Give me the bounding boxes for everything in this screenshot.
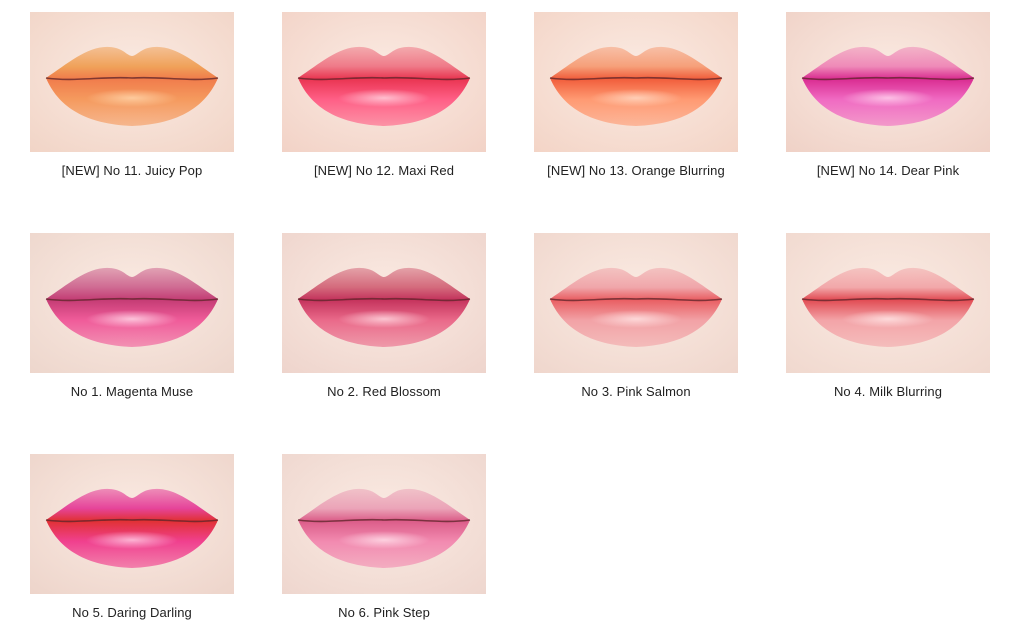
lip-swatch-photo[interactable]: [534, 12, 738, 152]
swatch-label: [NEW] No 14. Dear Pink: [816, 163, 960, 178]
lip-gloss-highlight: [842, 89, 934, 107]
lip-gloss-highlight: [338, 531, 430, 549]
lip-swatch-photo[interactable]: [30, 454, 234, 594]
lip-swatch-photo[interactable]: [282, 454, 486, 594]
lip-gloss-highlight: [338, 310, 430, 328]
swatch-label: [NEW] No 12. Maxi Red: [313, 163, 455, 178]
swatch-card[interactable]: [NEW] No 12. Maxi Red: [282, 12, 486, 178]
swatch-label: No 3. Pink Salmon: [581, 384, 691, 399]
lip-swatch-photo[interactable]: [30, 233, 234, 373]
swatch-label: No 6. Pink Step: [338, 605, 430, 620]
swatch-card[interactable]: No 3. Pink Salmon: [534, 233, 738, 399]
swatch-label: No 4. Milk Blurring: [833, 384, 943, 399]
lip-shade-grid: [NEW] No 11. Juicy Pop [NEW] No 12. Maxi…: [0, 0, 1023, 628]
swatch-label: No 5. Daring Darling: [72, 605, 192, 620]
lip-gloss-highlight: [86, 531, 178, 549]
swatch-card[interactable]: No 5. Daring Darling: [30, 454, 234, 620]
lip-gloss-highlight: [842, 310, 934, 328]
lip-swatch-photo[interactable]: [786, 12, 990, 152]
lip-swatch-photo[interactable]: [282, 12, 486, 152]
swatch-card[interactable]: No 4. Milk Blurring: [786, 233, 990, 399]
lip-swatch-photo[interactable]: [282, 233, 486, 373]
lip-swatch-photo[interactable]: [30, 12, 234, 152]
swatch-card[interactable]: No 2. Red Blossom: [282, 233, 486, 399]
swatch-label: No 1. Magenta Muse: [70, 384, 194, 399]
swatch-card[interactable]: [NEW] No 13. Orange Blurring: [534, 12, 738, 178]
lip-gloss-highlight: [86, 310, 178, 328]
swatch-label: No 2. Red Blossom: [327, 384, 441, 399]
lip-gloss-highlight: [590, 310, 682, 328]
swatch-label: [NEW] No 11. Juicy Pop: [61, 163, 203, 178]
swatch-card[interactable]: [NEW] No 14. Dear Pink: [786, 12, 990, 178]
lip-swatch-photo[interactable]: [534, 233, 738, 373]
swatch-card[interactable]: [NEW] No 11. Juicy Pop: [30, 12, 234, 178]
swatch-label: [NEW] No 13. Orange Blurring: [547, 163, 725, 178]
lip-gloss-highlight: [338, 89, 430, 107]
lip-swatch-photo[interactable]: [786, 233, 990, 373]
lip-gloss-highlight: [590, 89, 682, 107]
swatch-card[interactable]: No 1. Magenta Muse: [30, 233, 234, 399]
lip-gloss-highlight: [86, 89, 178, 107]
swatch-card[interactable]: No 6. Pink Step: [282, 454, 486, 620]
